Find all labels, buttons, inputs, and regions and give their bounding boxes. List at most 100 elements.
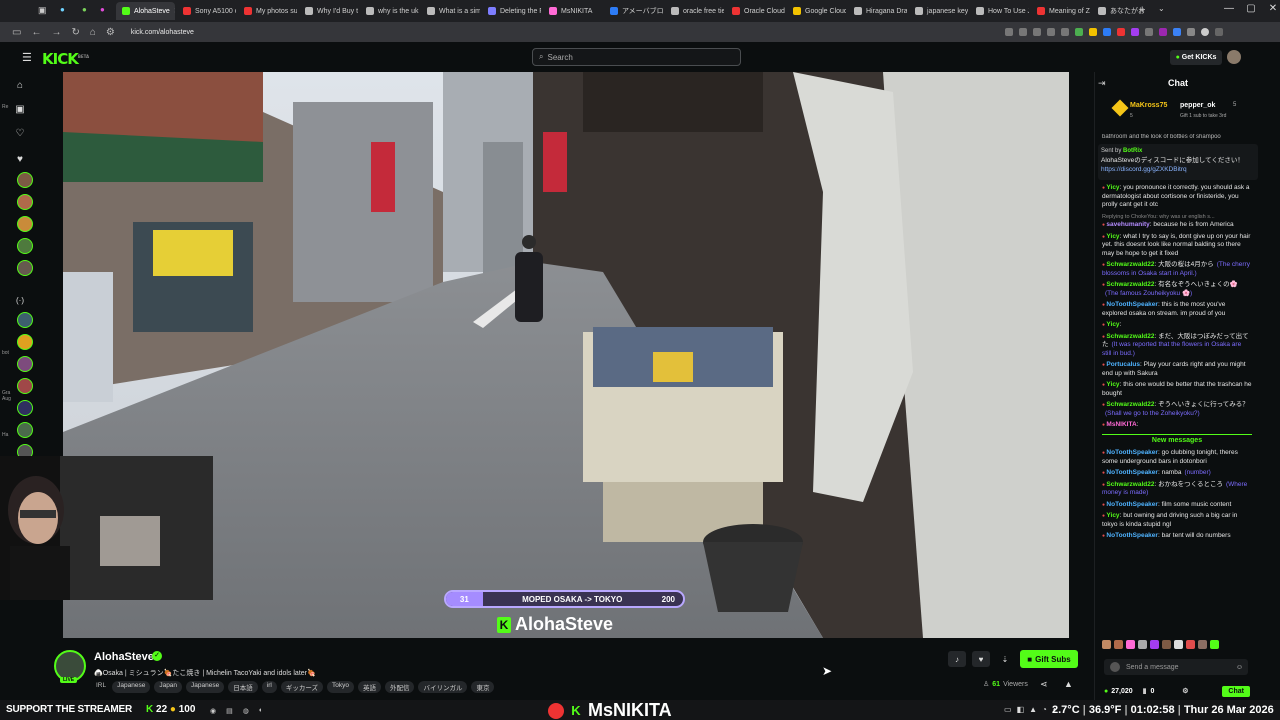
tag[interactable]: irl	[261, 681, 277, 693]
tag[interactable]: 日本語	[228, 681, 258, 693]
extension-icon[interactable]	[1145, 28, 1153, 36]
emote-icon[interactable]	[1126, 640, 1135, 649]
top-gifter-name[interactable]: MaKross75	[1130, 102, 1167, 109]
cast-icon[interactable]	[1005, 28, 1013, 36]
chat-message[interactable]: ● Schwarzwald22: まだ、大阪はつぼみだって出てた (It was …	[1102, 333, 1252, 359]
emote-icon[interactable]	[1174, 640, 1183, 649]
notification-bell-icon[interactable]: ♪	[948, 651, 966, 667]
chat-username[interactable]: NoToothSpeaker	[1106, 532, 1158, 539]
emote-icon[interactable]	[1162, 640, 1171, 649]
download-icon[interactable]	[1061, 28, 1069, 36]
sidebar-toggle-icon[interactable]: ▭	[12, 27, 21, 38]
recommended-channel-avatar[interactable]	[17, 312, 33, 328]
chat-message[interactable]: ● Portucalus: Play your cards right and …	[1102, 361, 1252, 378]
kick-logo[interactable]: KICKBETA	[42, 50, 89, 68]
follow-heart-icon[interactable]: ♥	[972, 651, 990, 667]
extension-icon[interactable]	[1075, 28, 1083, 36]
chat-message[interactable]: ● Schwarzwald22: 有名なぞうへいきょくの🌸(The famous…	[1102, 281, 1252, 298]
browser-tab[interactable]: My photos su	[238, 2, 297, 20]
chat-username[interactable]: MsNIKITA	[1106, 421, 1136, 428]
chat-username[interactable]: NoToothSpeaker	[1106, 449, 1158, 456]
chat-message[interactable]: ● Yicy:	[1102, 321, 1252, 330]
browser-tab[interactable]: why is the uk c	[360, 2, 419, 20]
streamer-name[interactable]: AlohaSteve	[94, 651, 154, 663]
report-icon[interactable]: ▲	[1064, 679, 1073, 689]
chat-username[interactable]: Yicy	[1106, 381, 1119, 388]
browse-icon[interactable]: ▣	[15, 104, 24, 115]
reload-icon[interactable]: ↻	[71, 27, 79, 38]
minimize-icon[interactable]: —	[1218, 3, 1240, 14]
chat-message[interactable]: ● Yicy: what I try to say is, dont give …	[1102, 233, 1252, 259]
extension-icon[interactable]	[1173, 28, 1181, 36]
browser-tab[interactable]: oracle free tier	[665, 2, 724, 20]
tray-icon[interactable]: ▲	[1029, 705, 1037, 714]
heart-icon[interactable]: ♥	[17, 154, 23, 165]
browser-tab[interactable]: Why I'd Buy th	[299, 2, 358, 20]
emote-icon[interactable]	[1102, 640, 1111, 649]
emote-icon[interactable]	[1138, 640, 1147, 649]
url-field[interactable]: kick.com/alohasteve	[131, 29, 194, 36]
category-link[interactable]: IRL	[94, 681, 108, 693]
chat-message[interactable]: ● Schwarzwald22: 大阪の桜は4月から (The cherry bl…	[1102, 261, 1252, 278]
chat-input[interactable]: Send a message ☺	[1104, 659, 1248, 675]
forward-icon[interactable]: →	[51, 27, 61, 38]
emote-icon[interactable]	[1150, 640, 1159, 649]
tag[interactable]: Japan	[154, 681, 183, 693]
back-icon[interactable]: ←	[31, 27, 41, 38]
chat-message[interactable]: ● Yicy: you pronounce it correctly. you …	[1102, 184, 1252, 210]
recommended-channel-avatar[interactable]	[17, 400, 33, 416]
recommended-icon[interactable]: (·)	[16, 296, 24, 305]
new-tab-icon[interactable]: +	[1139, 4, 1145, 16]
tray-icon[interactable]: ▭	[1004, 705, 1012, 714]
chat-message[interactable]: ● NoToothSpeaker: this is the most you'v…	[1102, 301, 1252, 318]
extension-icon[interactable]: ●	[60, 5, 65, 14]
emote-icon[interactable]	[1114, 640, 1123, 649]
chat-message[interactable]: ● NoToothSpeaker: namba (number)	[1102, 469, 1252, 478]
video-player[interactable]	[63, 72, 1069, 638]
chat-message[interactable]: ● Schwarzwald22: ぞうへいきょくに行ってみる？(Shall we…	[1102, 401, 1252, 418]
home-icon[interactable]: ⌂	[90, 27, 96, 38]
search-input[interactable]: ⌕ Search	[532, 48, 741, 66]
chat-message[interactable]: ● Yicy: but owning and driving such a bi…	[1102, 512, 1252, 529]
browser-tab[interactable]: Meaning of Z	[1031, 2, 1090, 20]
extension-icon[interactable]	[1131, 28, 1139, 36]
chat-username[interactable]: Yicy	[1106, 233, 1119, 240]
emote-icon[interactable]	[1198, 640, 1207, 649]
browser-tab[interactable]: Google Cloud	[787, 2, 846, 20]
extension-icon[interactable]	[1187, 28, 1195, 36]
translate-icon[interactable]	[1019, 28, 1027, 36]
recommended-channel-avatar[interactable]	[17, 378, 33, 394]
chat-settings-icon[interactable]: ⚙	[1182, 687, 1188, 695]
tab-menu-icon[interactable]: ▣	[38, 5, 47, 16]
chat-message[interactable]: ● NoToothSpeaker: go clubbing tonight, t…	[1102, 449, 1252, 466]
get-kicks-button[interactable]: ● Get KICKs	[1170, 50, 1222, 65]
gift-subs-button[interactable]: ■ Gift Subs	[1020, 650, 1078, 668]
browser-tab[interactable]: アメーバブロ	[604, 2, 663, 20]
extension-icon[interactable]	[1089, 28, 1097, 36]
app-icon[interactable]: ▤	[226, 707, 233, 715]
extension-icon[interactable]	[1159, 28, 1167, 36]
browser-tab[interactable]: Sony A5100 o	[177, 2, 236, 20]
home-icon[interactable]: ⌂	[17, 80, 23, 91]
recommended-channel-avatar[interactable]	[17, 334, 33, 350]
tray-icon[interactable]: ◧	[1017, 705, 1025, 714]
browser-tab[interactable]: MsNIKITA	[543, 2, 602, 20]
menu-icon[interactable]	[1215, 28, 1223, 36]
chat-username[interactable]: Schwarzwald22	[1106, 281, 1154, 288]
browser-tab[interactable]: Hiragana Drag	[848, 2, 907, 20]
tag[interactable]: 英語	[357, 681, 381, 693]
followed-channel-avatar[interactable]	[17, 260, 33, 276]
browser-tab[interactable]: What is a simp	[421, 2, 480, 20]
close-icon[interactable]: ✕	[1262, 3, 1280, 14]
chat-username[interactable]: Portucalus	[1106, 361, 1140, 368]
tag[interactable]: ギッカーズ	[280, 681, 323, 693]
browser-tab[interactable]: AlohaSteve ✕	[116, 2, 175, 20]
followed-channel-avatar[interactable]	[17, 238, 33, 254]
tag[interactable]: Tokyo	[327, 681, 354, 693]
chat-username[interactable]: Schwarzwald22	[1106, 481, 1154, 488]
chat-username[interactable]: Yicy	[1106, 512, 1119, 519]
extension-icon[interactable]	[1103, 28, 1111, 36]
followed-channel-avatar[interactable]	[17, 194, 33, 210]
chat-message[interactable]: ● Yicy: this one would be better that th…	[1102, 381, 1252, 398]
tag[interactable]: Japanese	[186, 681, 225, 693]
